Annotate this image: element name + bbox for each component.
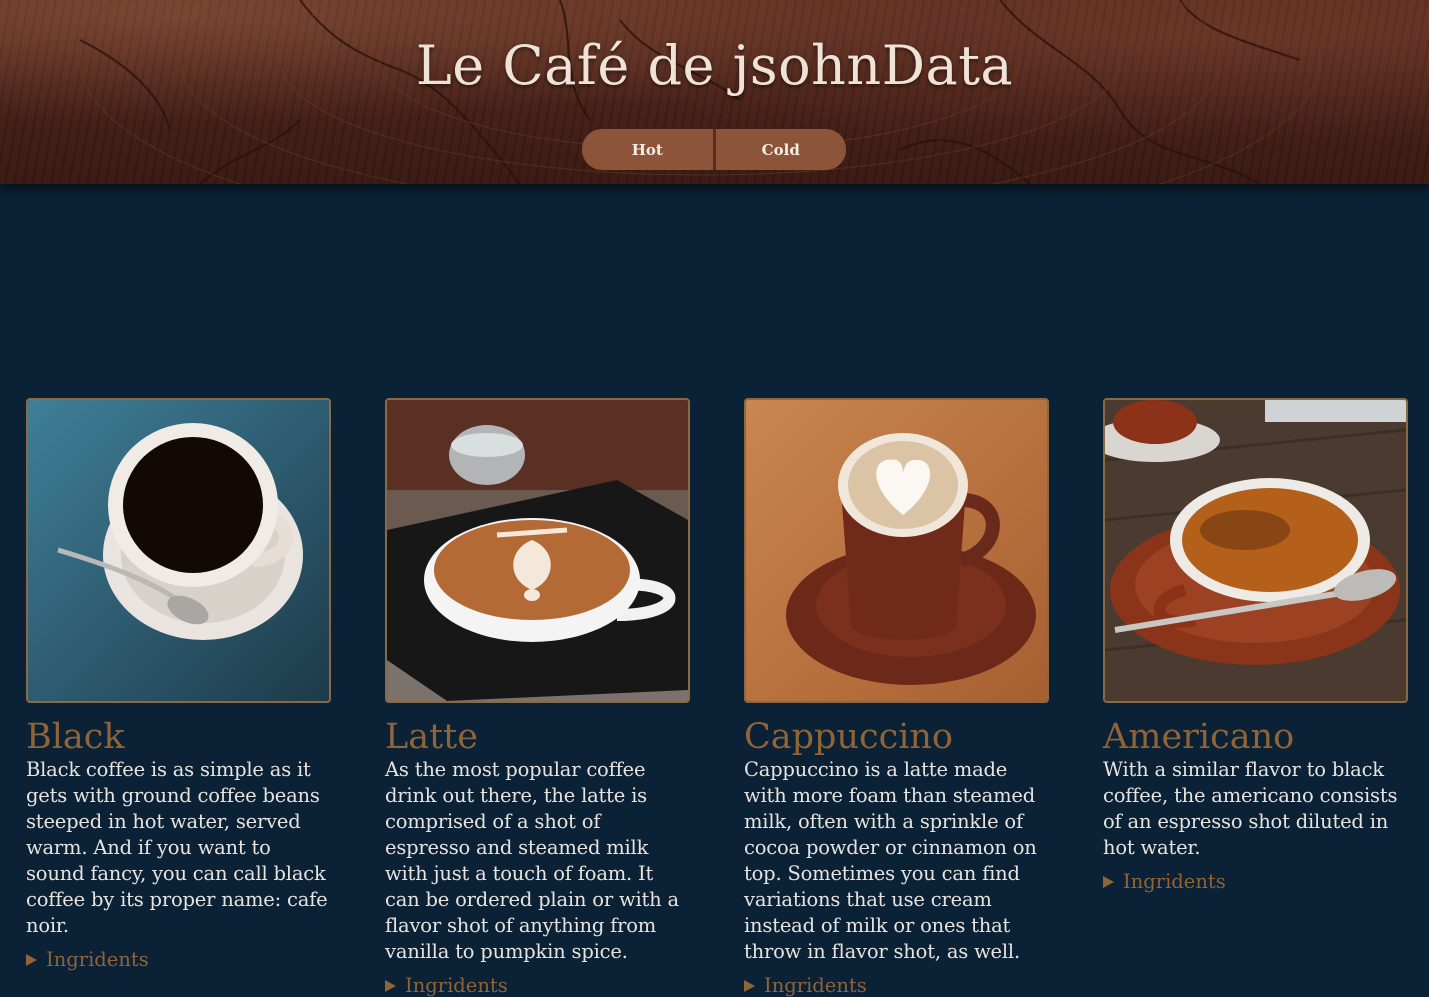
site-header: Le Café de jsohnData Hot Cold	[0, 0, 1429, 184]
coffee-name: Americano	[1103, 717, 1295, 757]
coffee-name: Cappuccino	[744, 717, 954, 757]
disclosure-triangle-icon	[385, 979, 396, 992]
coffee-description: Black coffee is as simple as it gets wit…	[26, 758, 328, 937]
disclosure-triangle-icon	[26, 953, 37, 966]
ingredients-label: Ingridents	[764, 974, 867, 997]
coffee-description: As the most popular coffee drink out the…	[385, 758, 679, 963]
disclosure-triangle-icon	[744, 979, 755, 992]
tab-cold[interactable]: Cold	[712, 129, 846, 170]
ingredients-toggle[interactable]: Ingridents	[1103, 870, 1408, 893]
ingredients-label: Ingridents	[405, 974, 508, 997]
coffee-card-latte: Latte As the most popular coffee drink o…	[385, 398, 690, 997]
temperature-tabs: Hot Cold	[582, 129, 846, 170]
ingredients-toggle[interactable]: Ingridents	[385, 974, 690, 997]
tab-hot[interactable]: Hot	[582, 129, 713, 170]
coffee-card-cappuccino: Cappuccino Cappuccino is a latte made wi…	[744, 398, 1049, 997]
coffee-name: Latte	[385, 717, 478, 757]
ingredients-label: Ingridents	[1123, 870, 1226, 893]
americano-photo	[1103, 398, 1408, 703]
ingredients-toggle[interactable]: Ingridents	[744, 974, 1049, 997]
coffee-card-americano: Americano With a similar flavor to black…	[1103, 398, 1408, 893]
ingredients-toggle[interactable]: Ingridents	[26, 948, 331, 971]
ingredients-label: Ingridents	[46, 948, 149, 971]
site-title: Le Café de jsohnData	[415, 34, 1014, 97]
coffee-description: With a similar flavor to black coffee, t…	[1103, 758, 1398, 859]
disclosure-triangle-icon	[1103, 875, 1114, 888]
coffee-card-black: Black Black coffee is as simple as it ge…	[26, 398, 331, 971]
latte-photo	[385, 398, 690, 703]
coffee-name: Black	[26, 717, 125, 757]
black-coffee-photo	[26, 398, 331, 703]
coffee-description: Cappuccino is a latte made with more foa…	[744, 758, 1037, 963]
cappuccino-photo	[744, 398, 1049, 703]
